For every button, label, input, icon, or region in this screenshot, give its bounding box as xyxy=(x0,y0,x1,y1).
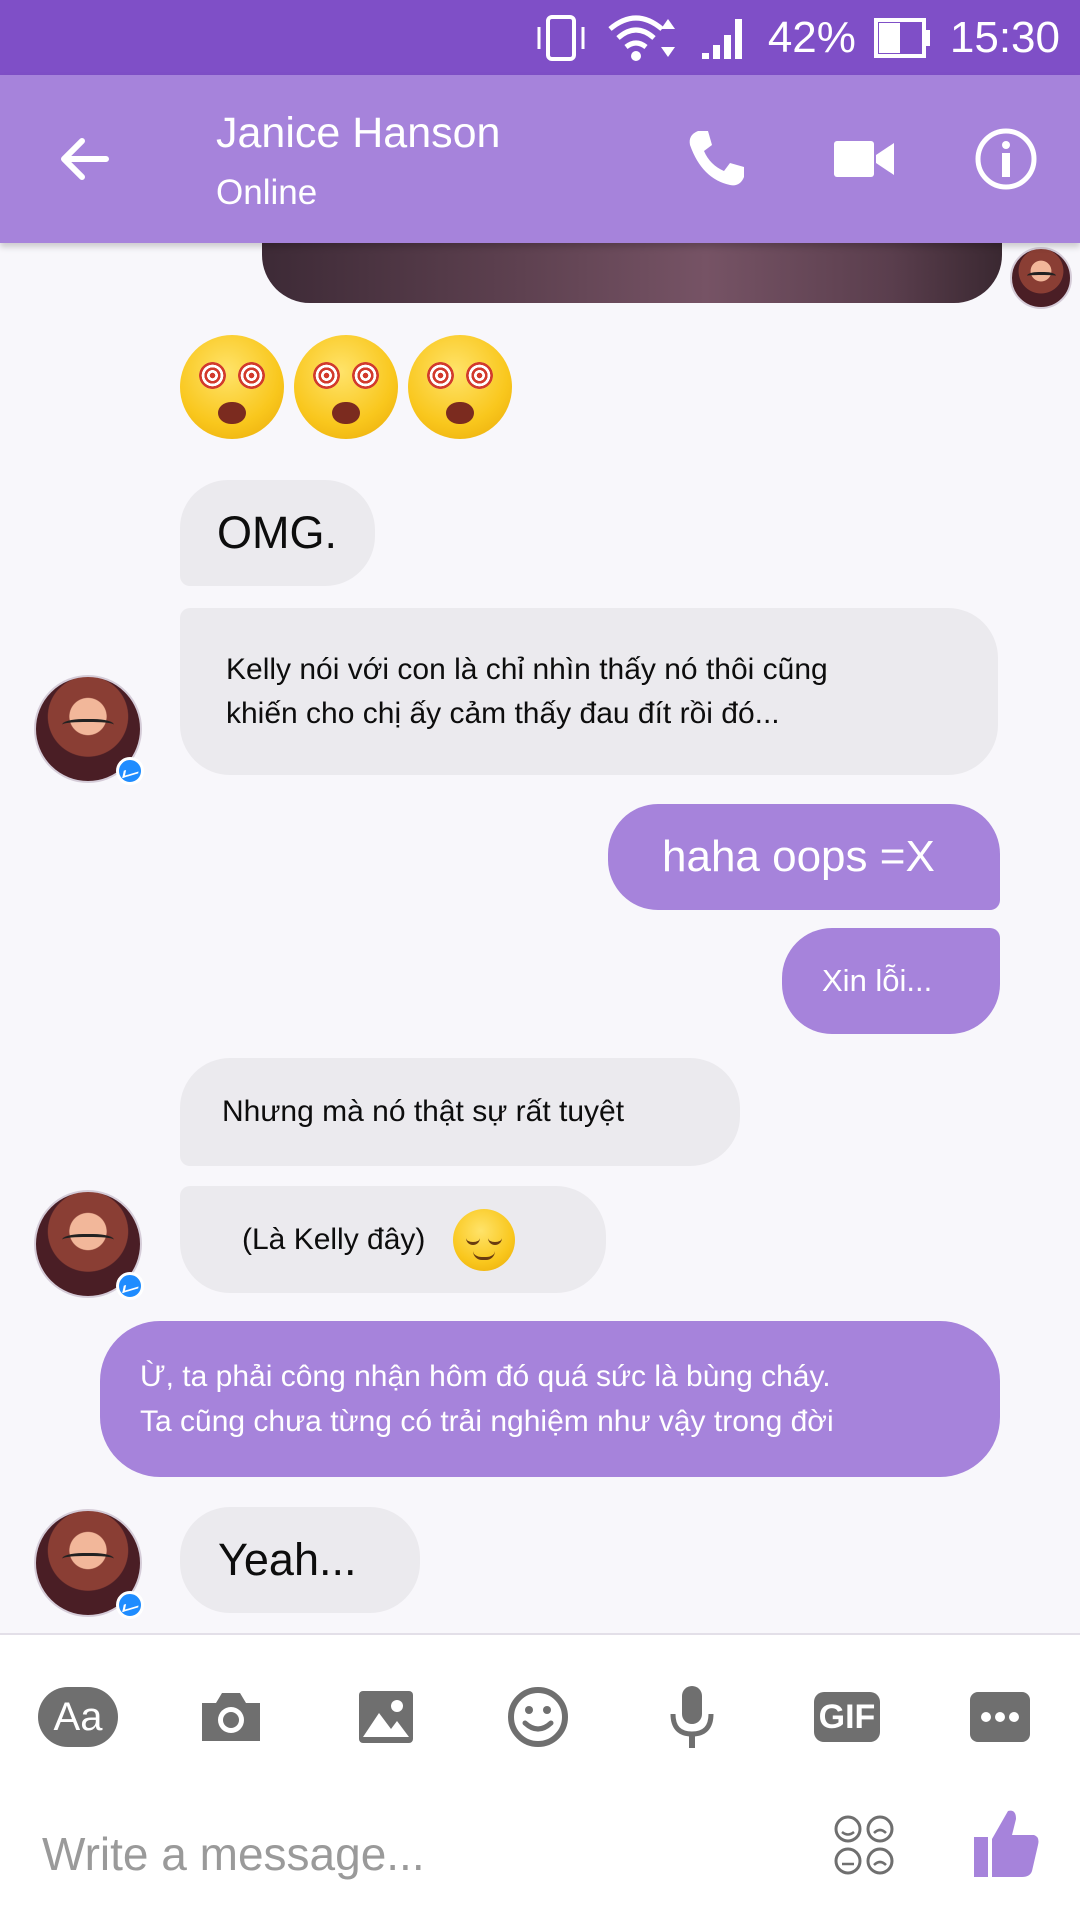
clock: 15:30 xyxy=(949,12,1060,62)
sticker-icon[interactable] xyxy=(832,1813,896,1877)
own-avatar xyxy=(1010,247,1072,309)
message-bubble[interactable]: Ừ, ta phải công nhận hôm đó quá sức là b… xyxy=(100,1321,1000,1477)
messenger-badge-icon xyxy=(116,1272,144,1300)
contact-avatar[interactable] xyxy=(34,675,144,785)
photo-message[interactable] xyxy=(262,243,1002,303)
image-icon xyxy=(359,1691,413,1743)
message-text: (Là Kelly đây) xyxy=(242,1222,426,1256)
messenger-badge-icon xyxy=(116,757,144,785)
message-text: Ừ, ta phải công nhận hôm đó quá sức là b… xyxy=(140,1360,834,1438)
message-bubble[interactable]: OMG. xyxy=(180,480,375,586)
message-bubble[interactable]: Kelly nói với con là chỉ nhìn thấy nó th… xyxy=(180,608,998,775)
dizzy-face-emoji xyxy=(408,335,512,439)
emoji-button[interactable] xyxy=(498,1677,578,1757)
back-arrow-icon[interactable] xyxy=(52,127,116,191)
composer: Aa GIF xyxy=(0,1633,1080,1922)
message-bubble[interactable]: haha oops =X xyxy=(608,804,1000,910)
more-icon xyxy=(970,1692,1030,1742)
camera-icon xyxy=(202,1693,260,1741)
voice-button[interactable] xyxy=(652,1677,732,1757)
dizzy-face-emoji xyxy=(180,335,284,439)
contact-name[interactable]: Janice Hanson xyxy=(216,109,500,158)
gif-button[interactable]: GIF xyxy=(807,1677,887,1757)
battery-icon xyxy=(873,17,930,58)
message-list[interactable]: OMG. Kelly nói với con là chỉ nhìn thấy … xyxy=(0,243,1080,1633)
camera-button[interactable] xyxy=(191,1677,271,1757)
vibrate-icon xyxy=(537,14,585,61)
message-bubble[interactable]: (Là Kelly đây) xyxy=(180,1186,606,1293)
status-bar: 42% 15:30 xyxy=(0,0,1080,75)
contact-avatar[interactable] xyxy=(34,1509,144,1619)
battery-percent: 42% xyxy=(767,12,856,62)
contact-status: Online xyxy=(216,173,318,212)
messenger-badge-icon xyxy=(116,1591,144,1619)
message-bubble[interactable]: Xin lỗi... xyxy=(782,928,1000,1034)
dizzy-face-emoji xyxy=(294,335,398,439)
message-text: haha oops =X xyxy=(662,832,935,881)
signal-icon xyxy=(701,18,742,59)
gallery-button[interactable] xyxy=(346,1677,426,1757)
contact-avatar[interactable] xyxy=(34,1190,144,1300)
message-text: OMG. xyxy=(217,507,337,558)
message-text: Kelly nói với con là chỉ nhìn thấy nó th… xyxy=(226,652,828,730)
message-input[interactable] xyxy=(40,1813,804,1895)
thumbs-up-icon[interactable] xyxy=(972,1807,1042,1879)
message-text: Nhưng mà nó thật sự rất tuyệt xyxy=(222,1095,625,1128)
gif-label: GIF xyxy=(818,1697,876,1736)
info-icon[interactable] xyxy=(970,123,1042,195)
emoji-icon xyxy=(508,1687,568,1747)
phone-icon[interactable] xyxy=(680,123,752,195)
message-text: Xin lỗi... xyxy=(822,963,933,998)
microphone-icon xyxy=(670,1686,714,1748)
wifi-icon xyxy=(608,15,675,61)
chat-header: Janice Hanson Online xyxy=(0,75,1080,243)
text-format-button[interactable]: Aa xyxy=(38,1687,118,1747)
message-bubble[interactable]: Nhưng mà nó thật sự rất tuyệt xyxy=(180,1058,740,1166)
relieved-face-emoji xyxy=(453,1208,516,1271)
message-bubble[interactable]: Yeah... xyxy=(180,1507,420,1613)
message-text: Yeah... xyxy=(218,1534,357,1585)
more-options-button[interactable] xyxy=(960,1677,1040,1757)
video-camera-icon[interactable] xyxy=(828,123,900,195)
